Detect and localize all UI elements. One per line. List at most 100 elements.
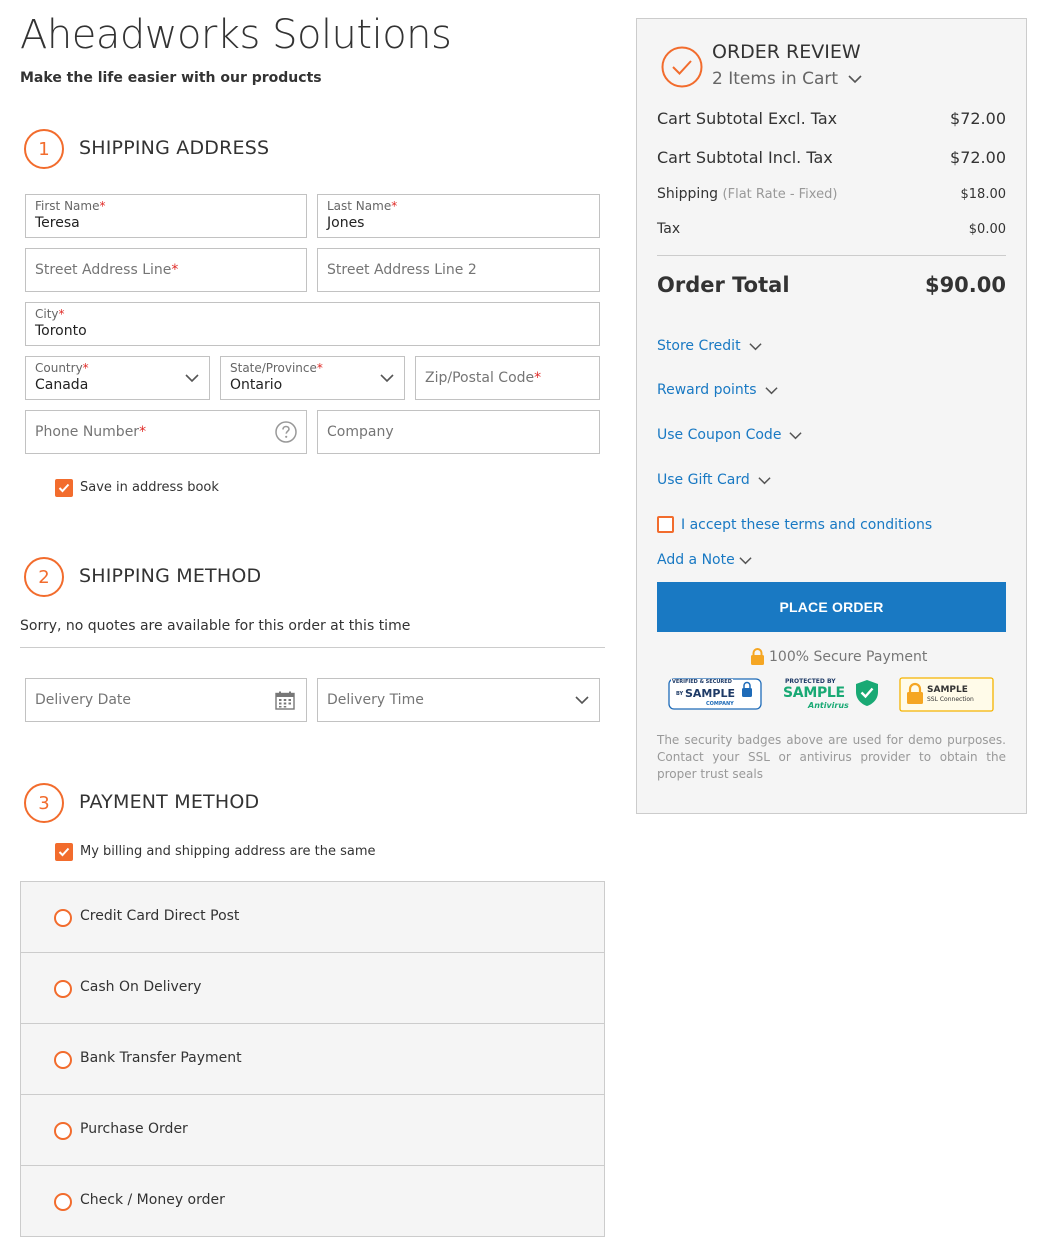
required-marker: * bbox=[82, 361, 89, 375]
tax-value: $0.00 bbox=[968, 222, 1006, 237]
badge-main-text: SAMPLE bbox=[685, 687, 735, 700]
first-name-value: Teresa bbox=[35, 215, 80, 231]
cart-subtotal-incl-label: Cart Subtotal Incl. Tax bbox=[657, 148, 833, 167]
shipping-label: Shipping bbox=[657, 186, 719, 202]
payment-options-list: Credit Card Direct Post Cash On Delivery… bbox=[20, 881, 605, 1237]
add-note-label: Add a Note bbox=[657, 552, 735, 568]
badge-bottom-text: Antivirus bbox=[808, 701, 849, 710]
chevron-down-icon bbox=[380, 374, 394, 383]
badge-top-text: PROTECTED BY bbox=[785, 678, 836, 685]
items-in-cart-label: 2 Items in Cart bbox=[712, 69, 839, 89]
coupon-code-label: Use Coupon Code bbox=[657, 427, 782, 443]
chevron-down-icon bbox=[848, 75, 862, 84]
delivery-date-placeholder: Delivery Date bbox=[35, 692, 132, 708]
payment-option-purchase-order[interactable]: Purchase Order bbox=[21, 1095, 604, 1166]
shipping-method-note: (Flat Rate - Fixed) bbox=[722, 187, 838, 202]
zip-postal-code-field[interactable]: Zip/Postal Code* bbox=[415, 356, 600, 400]
help-question-icon[interactable] bbox=[275, 421, 297, 443]
chevron-down-icon bbox=[185, 374, 199, 383]
radio-button[interactable] bbox=[54, 1122, 72, 1140]
payment-option-label: Credit Card Direct Post bbox=[80, 908, 240, 924]
first-name-label: First Name bbox=[35, 199, 100, 213]
gift-card-label: Use Gift Card bbox=[657, 472, 750, 488]
required-marker: * bbox=[316, 361, 323, 375]
state-province-label: State/Province bbox=[230, 361, 317, 375]
chevron-down-icon bbox=[789, 431, 803, 439]
payment-option-credit-card[interactable]: Credit Card Direct Post bbox=[21, 882, 604, 953]
terms-checkbox[interactable] bbox=[657, 516, 674, 533]
delivery-time-placeholder: Delivery Time bbox=[327, 692, 424, 708]
shipping-method-title: SHIPPING METHOD bbox=[79, 565, 262, 587]
payment-option-label: Purchase Order bbox=[80, 1121, 188, 1137]
country-select[interactable]: Country* Canada bbox=[25, 356, 210, 400]
divider bbox=[20, 647, 605, 648]
required-marker: * bbox=[58, 307, 65, 321]
order-review-title: ORDER REVIEW bbox=[712, 41, 861, 63]
radio-button[interactable] bbox=[54, 909, 72, 927]
billing-same-as-shipping-checkbox[interactable] bbox=[55, 843, 73, 861]
divider bbox=[657, 255, 1006, 256]
shipping-value: $18.00 bbox=[960, 187, 1007, 202]
city-value: Toronto bbox=[35, 323, 87, 339]
phone-number-field[interactable]: Phone Number* bbox=[25, 410, 307, 454]
payment-option-bank-transfer[interactable]: Bank Transfer Payment bbox=[21, 1024, 604, 1095]
country-value: Canada bbox=[35, 377, 89, 393]
cart-subtotal-incl-value: $72.00 bbox=[950, 148, 1006, 167]
street-address-line-2-placeholder: Street Address Line 2 bbox=[327, 262, 477, 278]
step-number-shipping-address: 1 bbox=[24, 129, 64, 169]
items-in-cart-toggle[interactable]: 2 Items in Cart bbox=[712, 69, 862, 89]
payment-option-label: Check / Money order bbox=[80, 1192, 225, 1208]
phone-number-placeholder: Phone Number bbox=[35, 424, 140, 440]
store-subtitle: Make the life easier with our products bbox=[20, 70, 322, 86]
save-in-address-book-checkbox[interactable] bbox=[55, 479, 73, 497]
payment-option-cash-on-delivery[interactable]: Cash On Delivery bbox=[21, 953, 604, 1024]
city-field[interactable]: City* Toronto bbox=[25, 302, 600, 346]
radio-button[interactable] bbox=[54, 1193, 72, 1211]
reward-points-toggle[interactable]: Reward points bbox=[657, 382, 778, 398]
no-quotes-notice: Sorry, no quotes are available for this … bbox=[20, 618, 411, 634]
badge-main-text: SAMPLE bbox=[927, 685, 968, 695]
delivery-time-select[interactable]: Delivery Time bbox=[317, 678, 600, 722]
chevron-down-icon bbox=[575, 696, 589, 705]
coupon-code-toggle[interactable]: Use Coupon Code bbox=[657, 427, 803, 443]
street-address-line-1-placeholder: Street Address Line bbox=[35, 262, 172, 278]
store-credit-label: Store Credit bbox=[657, 338, 741, 354]
badge-main-text: SAMPLE bbox=[783, 685, 845, 701]
badge-bottom-text: COMPANY bbox=[706, 701, 734, 707]
gift-card-toggle[interactable]: Use Gift Card bbox=[657, 472, 771, 488]
chevron-down-icon bbox=[764, 386, 778, 394]
first-name-field[interactable]: First Name* Teresa bbox=[25, 194, 307, 238]
street-address-line-1-field[interactable]: Street Address Line* bbox=[25, 248, 307, 292]
radio-button[interactable] bbox=[54, 1051, 72, 1069]
order-total-label: Order Total bbox=[657, 273, 790, 297]
store-credit-toggle[interactable]: Store Credit bbox=[657, 338, 762, 354]
badge-by-text: BY bbox=[676, 691, 684, 697]
badge-bottom-text: SSL Connection bbox=[927, 696, 974, 703]
save-in-address-book-label: Save in address book bbox=[80, 480, 219, 495]
calendar-icon[interactable] bbox=[275, 691, 295, 710]
step-number-payment-method: 3 bbox=[24, 783, 64, 823]
checkmark-icon bbox=[58, 483, 70, 493]
billing-same-as-shipping-label: My billing and shipping address are the … bbox=[80, 844, 376, 859]
required-marker: * bbox=[99, 199, 106, 213]
street-address-line-2-field[interactable]: Street Address Line 2 bbox=[317, 248, 600, 292]
payment-option-check-money-order[interactable]: Check / Money order bbox=[21, 1166, 604, 1236]
required-marker: * bbox=[391, 199, 398, 213]
state-province-select[interactable]: State/Province* Ontario bbox=[220, 356, 405, 400]
required-marker: * bbox=[139, 424, 147, 440]
company-field[interactable]: Company bbox=[317, 410, 600, 454]
add-note-toggle[interactable]: Add a Note bbox=[657, 552, 752, 568]
terms-link[interactable]: I accept these terms and conditions bbox=[681, 517, 932, 533]
store-title: Aheadworks Solutions bbox=[20, 12, 452, 58]
place-order-button[interactable]: PLACE ORDER bbox=[657, 582, 1006, 632]
chevron-down-icon bbox=[739, 556, 752, 564]
payment-option-label: Cash On Delivery bbox=[80, 979, 202, 995]
shipping-address-title: SHIPPING ADDRESS bbox=[79, 137, 270, 159]
last-name-field[interactable]: Last Name* Jones bbox=[317, 194, 600, 238]
radio-button[interactable] bbox=[54, 980, 72, 998]
security-badges-disclaimer: The security badges above are used for d… bbox=[657, 733, 1006, 781]
delivery-date-field[interactable]: Delivery Date bbox=[25, 678, 307, 722]
required-marker: * bbox=[171, 262, 179, 278]
order-review-check-icon bbox=[661, 46, 703, 88]
payment-method-title: PAYMENT METHOD bbox=[79, 791, 260, 813]
